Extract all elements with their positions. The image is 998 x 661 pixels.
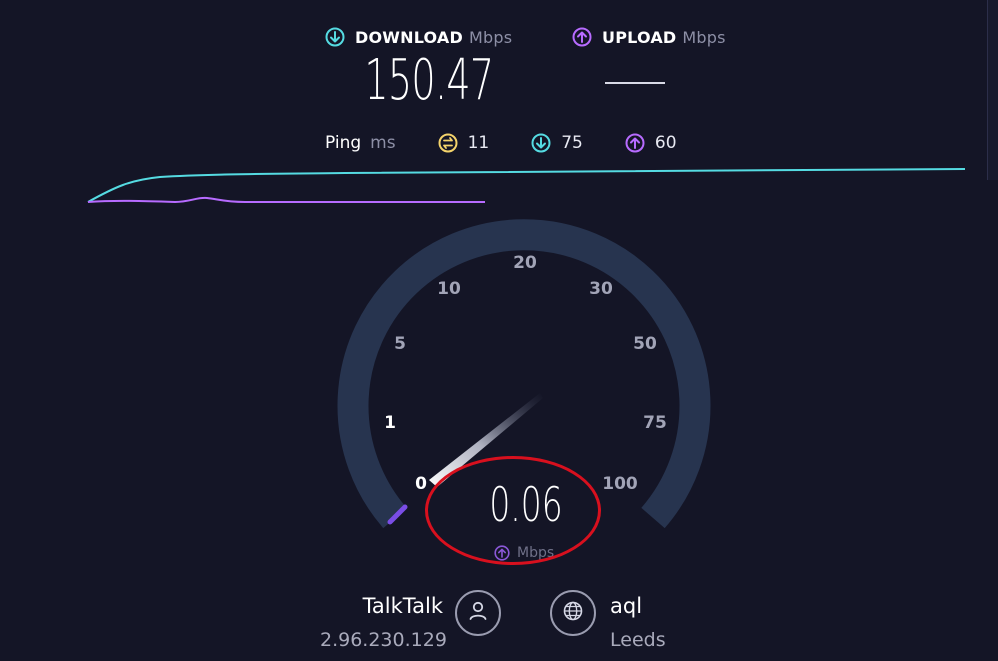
- gauge-label-20: 20: [513, 253, 537, 273]
- red-highlight-circle: [425, 456, 601, 565]
- upload-ping-value: 60: [654, 133, 677, 153]
- ping-row: Ping ms 11 75 60: [325, 131, 719, 155]
- upload-ping: 60: [625, 133, 677, 153]
- upload-title: UPLOAD: [602, 27, 677, 47]
- idle-ping-icon: [438, 133, 458, 153]
- gauge-label-0: 0: [415, 474, 427, 494]
- upload-icon: [572, 27, 592, 47]
- server-globe-button[interactable]: [550, 590, 596, 636]
- user-icon: [466, 599, 490, 627]
- download-ping-value: 75: [561, 133, 583, 153]
- upload-ping-icon: [625, 133, 645, 153]
- upload-speed-placeholder: [605, 82, 665, 84]
- ping-unit: ms: [370, 133, 396, 153]
- ping-label: Ping: [325, 133, 362, 153]
- upload-unit: Mbps: [682, 27, 726, 47]
- download-heading: DOWNLOAD Mbps: [325, 27, 512, 47]
- server-location: Leeds: [610, 629, 666, 651]
- upload-heading: UPLOAD Mbps: [572, 27, 726, 47]
- isp-name: TalkTalk: [362, 594, 443, 618]
- download-ping: 75: [531, 133, 583, 153]
- isp-info: TalkTalk 2.96.230.129: [320, 594, 447, 651]
- idle-ping: 11: [438, 133, 490, 153]
- gauge-label-1: 1: [384, 413, 396, 433]
- upload-history-line: [87, 196, 485, 204]
- download-ping-icon: [531, 133, 551, 153]
- gauge-label-30: 30: [589, 279, 613, 299]
- gauge-label-100: 100: [602, 474, 638, 494]
- download-speed-value: 150.47: [364, 48, 494, 113]
- globe-icon: [561, 599, 585, 627]
- gauge-label-50: 50: [633, 334, 657, 354]
- server-info: aql Leeds: [610, 594, 666, 651]
- scrollbar-edge[interactable]: [987, 0, 998, 180]
- download-unit: Mbps: [468, 27, 513, 47]
- download-history-line: [87, 168, 966, 203]
- isp-user-button[interactable]: [455, 590, 501, 636]
- gauge-label-5: 5: [394, 334, 406, 354]
- gauge-label-75: 75: [643, 413, 667, 433]
- speed-test-screen: DOWNLOAD Mbps UPLOAD Mbps 150.47 Ping ms…: [0, 0, 998, 661]
- isp-ip: 2.96.230.129: [320, 629, 447, 651]
- server-name: aql: [610, 594, 643, 618]
- gauge-label-10: 10: [437, 279, 461, 299]
- idle-ping-value: 11: [467, 133, 490, 153]
- download-title: DOWNLOAD: [355, 27, 463, 47]
- download-icon: [325, 27, 345, 47]
